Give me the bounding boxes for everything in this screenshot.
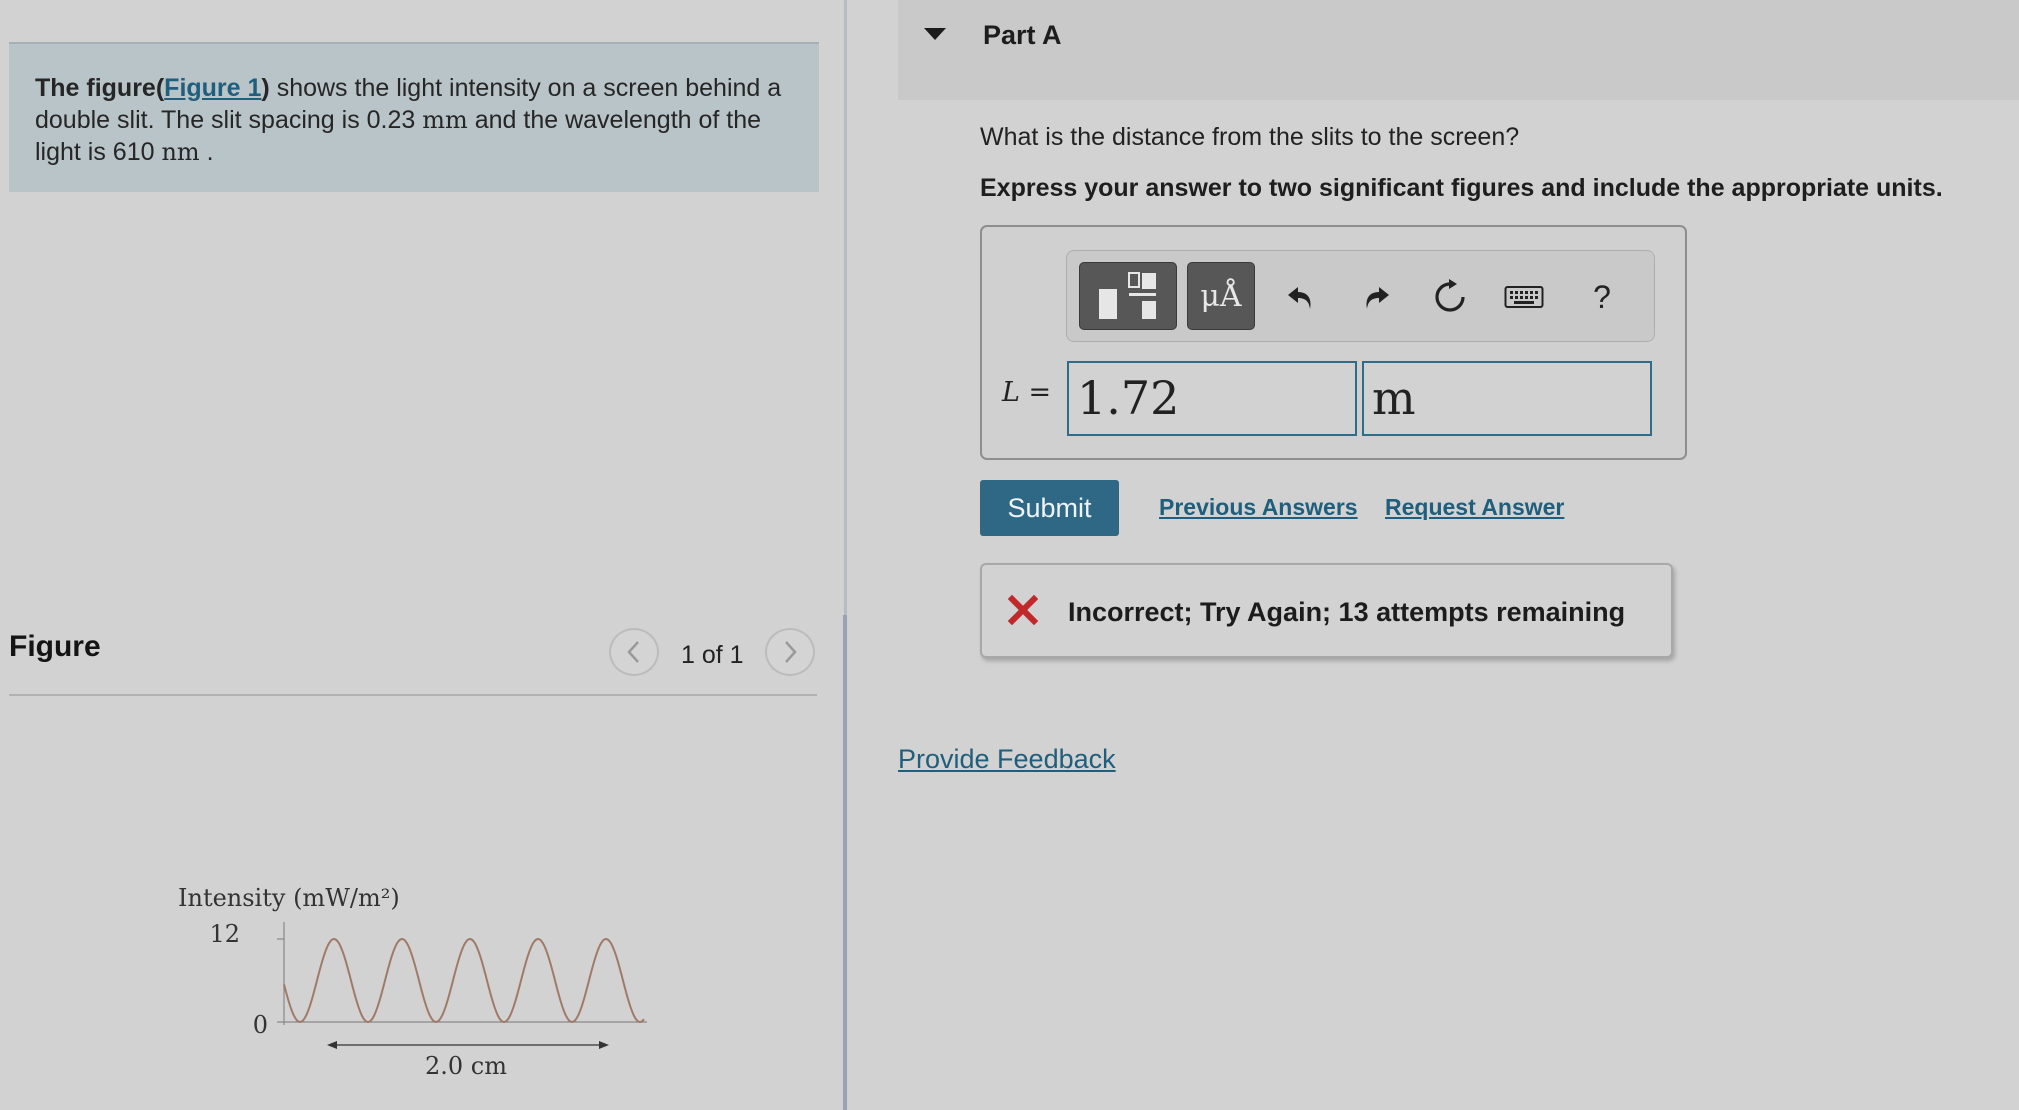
figure-next-button[interactable] [765,628,815,676]
y-tick-12: 12 [209,920,240,948]
problem-close-paren: ) [261,74,270,102]
keyboard-button[interactable] [1499,273,1549,321]
reset-icon [1435,279,1465,312]
variable-label: L = [1002,377,1051,408]
problem-text-3: . [199,138,214,166]
figure-1-link[interactable]: Figure 1 [164,74,261,102]
figure-title: Figure [9,630,101,663]
chevron-left-icon [627,641,639,663]
keyboard-icon [1504,286,1544,308]
x-icon [1008,595,1038,625]
reset-button[interactable] [1425,273,1475,321]
part-a-header[interactable]: Part A [898,0,2019,100]
feedback-box: Incorrect; Try Again; 13 attempts remain… [980,563,1673,658]
units-button[interactable]: μÅ [1187,262,1255,330]
undo-icon [1288,287,1311,309]
math-toolbar: μÅ ? [1066,250,1655,342]
variable-symbol: L [1002,377,1020,408]
provide-feedback-link[interactable]: Provide Feedback [898,744,1116,775]
unit-nm: nm [161,138,200,166]
answer-box: μÅ ? L = 1.72 m [980,225,1687,460]
problem-intro: The figure( [35,74,165,102]
intensity-graph: Intensity (mW/m²) 12 0 2.0 cm [178,884,647,1080]
intensity-curve [283,937,645,1024]
figure-header: Figure 1 of 1 [9,618,817,696]
undo-button[interactable] [1275,273,1325,321]
previous-answers-link[interactable]: Previous Answers [1159,494,1358,521]
pane-divider-handle[interactable] [843,615,847,1110]
unit-mm: mm [422,106,468,134]
span-arrow [327,1041,609,1049]
templates-button[interactable] [1079,262,1177,330]
feedback-message: Incorrect; Try Again; 13 attempts remain… [1068,597,1626,627]
instruction-text: Express your answer to two significant f… [980,174,1943,202]
y-axis-label: Intensity (mW/m²) [178,884,400,912]
figure-prev-button[interactable] [609,628,659,676]
part-title: Part A [983,20,1062,50]
figure-counter: 1 of 1 [681,641,744,669]
problem-statement: The figure(Figure 1) shows the light int… [9,42,819,192]
unit-input[interactable]: m [1362,361,1652,436]
value-input[interactable]: 1.72 [1067,361,1357,436]
question-text: What is the distance from the slits to t… [980,123,1520,151]
left-pane: The figure(Figure 1) shows the light int… [0,0,845,1110]
y-tick-0: 0 [253,1011,268,1039]
help-button[interactable]: ? [1577,273,1627,321]
submit-button[interactable]: Submit [980,480,1119,536]
redo-icon [1366,287,1389,309]
templates-icon [1099,272,1156,319]
redo-button[interactable] [1352,273,1402,321]
request-answer-link[interactable]: Request Answer [1385,494,1564,521]
span-label: 2.0 cm [425,1052,507,1080]
chevron-right-icon [785,641,797,663]
caret-down-icon[interactable] [923,27,947,41]
equals-sign: = [1019,377,1052,408]
